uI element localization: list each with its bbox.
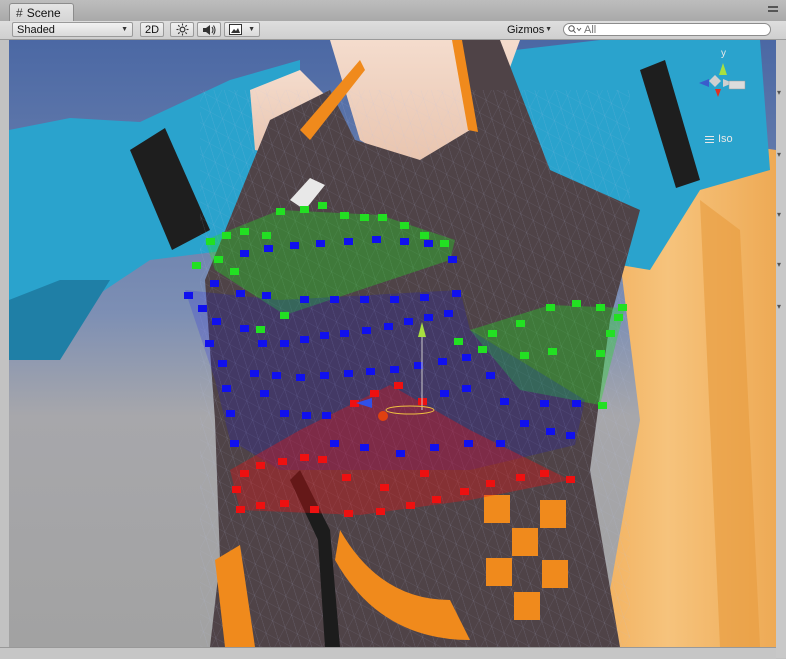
bottom-panel-edge	[0, 647, 776, 659]
dropdown-arrow-icon: ▼	[248, 26, 255, 33]
window-menu-icon[interactable]	[768, 6, 782, 16]
window-tab-bar: # Scene	[0, 0, 786, 22]
scene-effects-dropdown[interactable]: ▼	[224, 22, 260, 37]
gizmos-label: Gizmos	[507, 23, 545, 36]
sun-icon	[176, 23, 188, 36]
tab-scene[interactable]: # Scene	[9, 3, 74, 22]
grid-icon: #	[16, 6, 23, 20]
scene-viewport[interactable]	[9, 40, 776, 647]
chevron-down-icon: ▾	[777, 210, 782, 219]
tab-scene-label: Scene	[26, 6, 61, 20]
2d-mode-button[interactable]: 2D	[140, 22, 164, 37]
scene-audio-button[interactable]	[197, 22, 221, 37]
speaker-icon	[203, 24, 216, 35]
dropdown-arrow-icon: ▼	[545, 26, 552, 33]
gizmos-dropdown[interactable]: Gizmos ▼	[503, 22, 556, 37]
projection-toggle[interactable]: Iso	[705, 133, 733, 145]
search-input[interactable]	[584, 24, 764, 35]
shading-mode-dropdown[interactable]: Shaded ▼	[12, 22, 133, 37]
search-icon	[568, 25, 582, 34]
orientation-gizmo-icon	[699, 63, 746, 97]
scene-search-field[interactable]	[563, 23, 771, 36]
scene-lighting-button[interactable]	[170, 22, 194, 37]
orientation-gizmo[interactable]: y	[685, 45, 755, 105]
chevron-down-icon: ▾	[777, 302, 782, 311]
dropdown-arrow-icon: ▼	[121, 26, 128, 33]
chevron-down-icon: ▾	[777, 88, 782, 97]
shading-mode-label: Shaded	[17, 23, 55, 36]
left-panel-edge	[0, 40, 9, 647]
scene-toolbar: Shaded ▼ 2D ▼ Gizmos ▼	[0, 21, 786, 40]
chevron-down-icon: ▾	[777, 260, 782, 269]
chevron-down-icon: ▾	[777, 150, 782, 159]
image-icon	[229, 24, 242, 35]
right-panel-edge: ▾ ▾ ▾ ▾ ▾	[776, 40, 786, 658]
projection-label: Iso	[718, 133, 733, 145]
gizmo-axis-label: y	[721, 48, 726, 59]
2d-mode-label: 2D	[144, 23, 160, 36]
menu-lines-icon	[705, 134, 714, 145]
scene-render	[9, 40, 776, 647]
